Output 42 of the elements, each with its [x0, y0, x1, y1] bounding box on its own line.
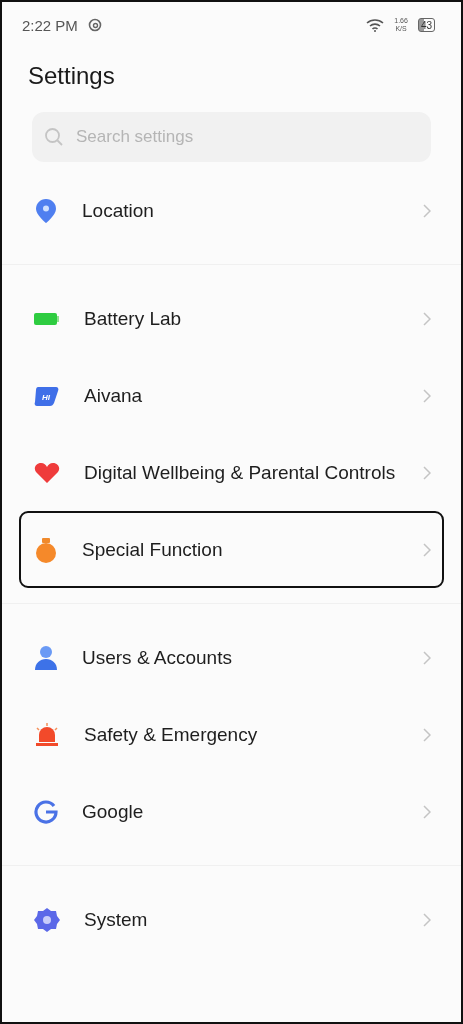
chevron-right-icon [423, 650, 431, 665]
google-g-icon [34, 799, 58, 824]
battery-icon [34, 311, 60, 326]
settings-item[interactable]: Battery Lab [19, 280, 444, 357]
battery-indicator: 43 [417, 18, 435, 32]
settings-item[interactable]: Special Function [19, 511, 444, 588]
settings-item-label: Safety & Emergency [84, 722, 259, 747]
settings-item[interactable]: Users & Accounts [19, 619, 444, 696]
settings-item-label: Special Function [82, 537, 224, 562]
wifi-icon [366, 18, 385, 32]
settings-item[interactable]: Safety & Emergency [19, 696, 444, 773]
chevron-right-icon [423, 542, 431, 557]
gear-icon [34, 906, 60, 933]
chevron-right-icon [423, 465, 431, 480]
chevron-right-icon [423, 203, 431, 218]
threads-app-icon [87, 18, 102, 32]
person-icon [34, 644, 58, 671]
heart-icon [34, 461, 60, 484]
status-time: 2:22 PM [22, 16, 78, 34]
settings-item[interactable]: Location [19, 172, 444, 249]
flask-icon [34, 536, 58, 563]
chevron-right-icon [423, 311, 431, 326]
chat-bubble-icon: HI [34, 384, 60, 407]
chevron-right-icon [423, 388, 431, 403]
settings-item[interactable]: System [19, 881, 444, 958]
settings-item[interactable]: Google [19, 773, 444, 850]
settings-item[interactable]: HI Aivana [19, 357, 444, 434]
location-pin-icon [34, 197, 58, 224]
settings-item-label: Digital Wellbeing & Parental Controls [84, 460, 397, 485]
chevron-right-icon [423, 727, 431, 742]
chevron-right-icon [423, 912, 431, 927]
search-icon [44, 127, 64, 147]
settings-item-label: Battery Lab [84, 306, 183, 331]
siren-icon [34, 722, 60, 747]
settings-item-label: Aivana [84, 383, 144, 408]
settings-item-label: Users & Accounts [82, 645, 233, 670]
page-title: Settings [28, 62, 116, 90]
settings-item[interactable]: Digital Wellbeing & Parental Controls [19, 434, 444, 511]
settings-item-label: System [84, 907, 149, 932]
settings-item-label: Google [82, 799, 145, 824]
settings-item-label: Location [82, 198, 155, 223]
chevron-right-icon [423, 804, 431, 819]
